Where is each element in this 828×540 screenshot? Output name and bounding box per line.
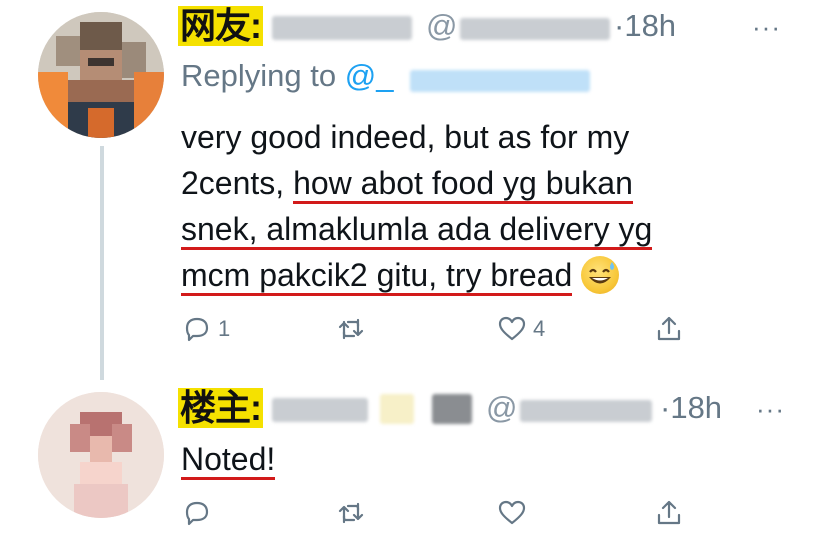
tweet-time[interactable]: ·18h: [614, 8, 676, 44]
retweet-button[interactable]: [336, 498, 366, 528]
share-button[interactable]: [654, 498, 684, 528]
netizen-label: 网友:: [178, 5, 263, 46]
display-name-redacted: [272, 398, 368, 422]
display-name-emoji-redacted: [380, 394, 414, 424]
tweet-body-line2-plain: 2cents,: [181, 165, 294, 201]
like-count: 4: [533, 316, 546, 341]
tweet-body-line1: very good indeed, but as for my: [181, 119, 630, 155]
retweet-icon: [338, 502, 364, 524]
tweet-body-highlight: Noted!: [181, 441, 276, 480]
reply-icon: [185, 317, 209, 342]
tweet-body-line3: snek, almaklumla ada delivery yg: [181, 206, 653, 252]
username-handle[interactable]: @: [486, 390, 517, 426]
tweet-body-line2-highlight: how abot food yg bukan: [293, 165, 633, 204]
sweat-smile-emoji: [581, 256, 620, 294]
tweet-body-line2: 2cents, how abot food yg bukan: [181, 160, 633, 206]
tweet-body-line4-highlight: mcm pakcik2 gitu, try bread: [181, 257, 573, 296]
share-icon: [657, 316, 681, 341]
more-options-icon[interactable]: ···: [756, 394, 785, 425]
original-poster-label: 楼主:: [178, 387, 263, 428]
username-redacted: [460, 18, 610, 40]
tweet-body-line4: mcm pakcik2 gitu, try bread: [181, 252, 620, 298]
like-button[interactable]: [497, 498, 527, 528]
tweet-body-line3-highlight: snek, almaklumla ada delivery yg: [181, 211, 653, 250]
avatar-original-poster[interactable]: [38, 392, 164, 518]
display-name-emoji-redacted-2: [432, 394, 472, 424]
thread-connector-line: [100, 146, 104, 380]
share-icon: [657, 500, 681, 525]
reply-button[interactable]: [182, 498, 212, 528]
heart-icon: [498, 500, 526, 525]
retweet-button[interactable]: [336, 314, 366, 344]
reply-button[interactable]: 1: [182, 314, 230, 344]
username-redacted: [520, 400, 652, 422]
display-name-redacted: [272, 16, 412, 40]
tweet-time[interactable]: ·18h: [660, 390, 722, 426]
replying-to-label: Replying to: [181, 58, 337, 93]
share-button[interactable]: [654, 314, 684, 344]
reply-icon: [185, 501, 209, 526]
reply-handle-redacted: [410, 70, 590, 92]
retweet-icon: [338, 318, 364, 340]
reply-count: 1: [218, 316, 231, 341]
like-button[interactable]: 4: [497, 314, 545, 344]
avatar-netizen[interactable]: [38, 12, 164, 138]
replying-to-handle[interactable]: @_: [345, 58, 394, 93]
username-handle[interactable]: @: [426, 8, 457, 44]
tweet-body: Noted!: [181, 436, 276, 482]
replying-to: Replying to @_: [181, 58, 393, 94]
heart-icon: [498, 316, 526, 341]
more-options-icon[interactable]: ···: [752, 12, 781, 43]
